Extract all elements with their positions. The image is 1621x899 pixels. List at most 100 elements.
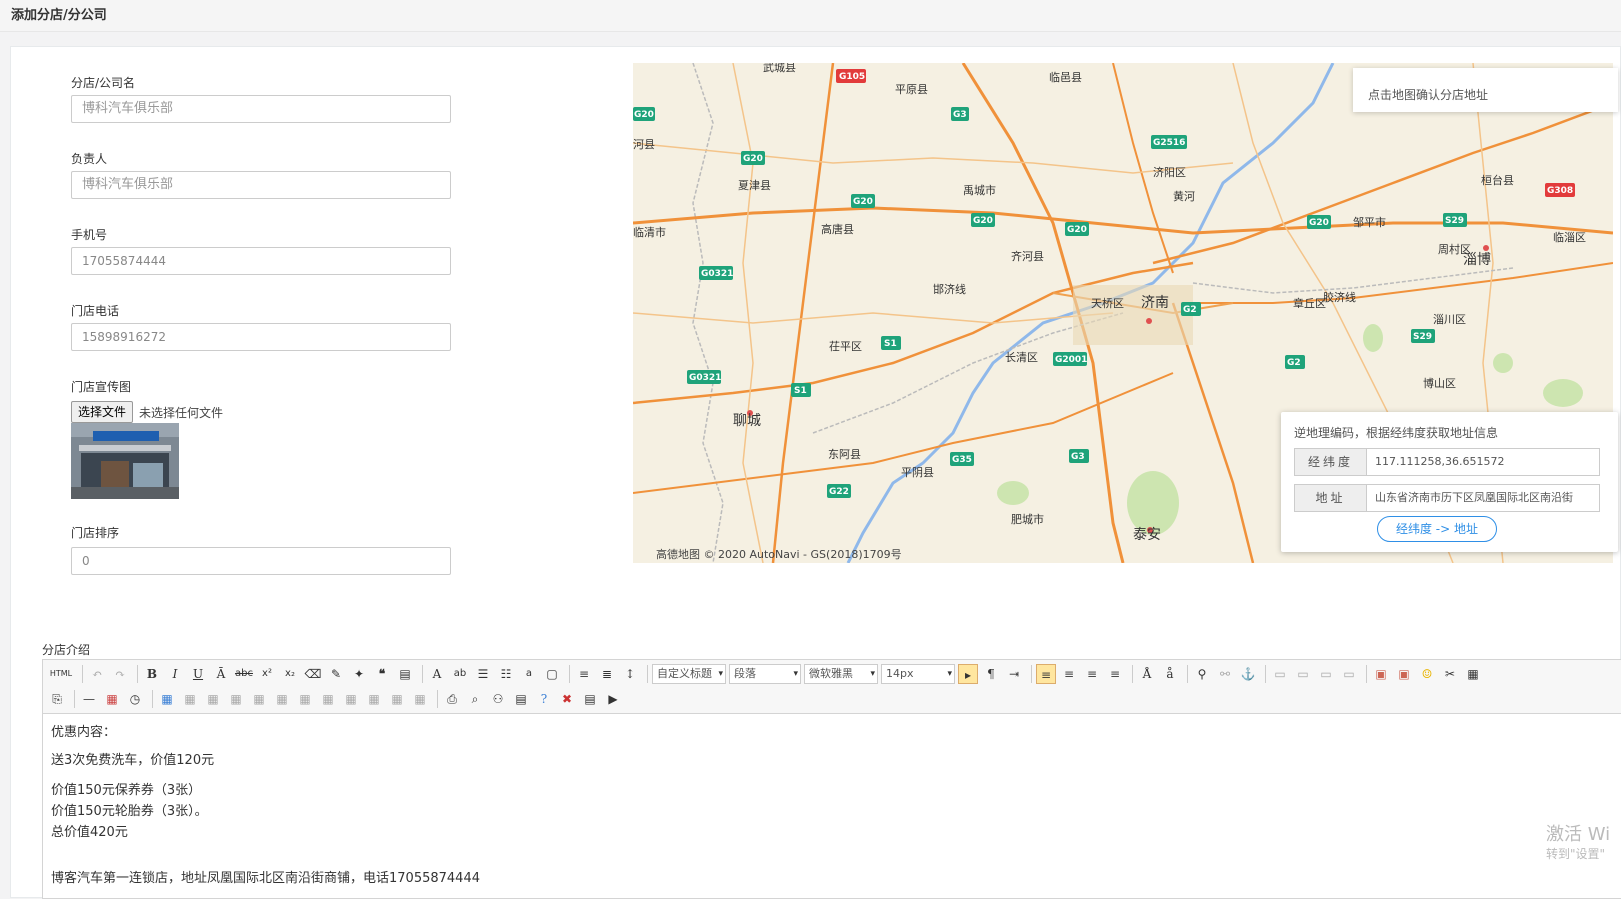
- split-rows-icon[interactable]: ▦: [387, 689, 407, 709]
- multi-image-icon[interactable]: ▣: [1394, 664, 1414, 684]
- subscript-icon[interactable]: x₂: [280, 664, 300, 684]
- merge-cells-icon[interactable]: ▦: [295, 689, 315, 709]
- content-line: 价值150元轮胎券（3张）。: [51, 804, 208, 819]
- blockquote-icon[interactable]: ❝: [372, 664, 392, 684]
- insert-table-icon[interactable]: ▦: [157, 689, 177, 709]
- latlng-input[interactable]: 117.111258,36.651572: [1375, 449, 1597, 475]
- uppercase-icon[interactable]: Å: [1137, 664, 1157, 684]
- align-justify-icon[interactable]: ≡: [1105, 664, 1125, 684]
- insert-col-icon[interactable]: ▦: [249, 689, 269, 709]
- lowercase-icon[interactable]: å: [1160, 664, 1180, 684]
- horizontal-rule-icon[interactable]: —: [79, 689, 99, 709]
- undo-icon[interactable]: ↶: [87, 664, 107, 684]
- split-cells-icon[interactable]: ▦: [364, 689, 384, 709]
- svg-text:聊城: 聊城: [733, 413, 761, 429]
- svg-text:桓台县: 桓台县: [1481, 173, 1514, 187]
- name-input[interactable]: 博科汽车俱乐部: [71, 95, 451, 123]
- search-replace-icon[interactable]: ⚇: [488, 689, 508, 709]
- print-icon[interactable]: ⎙: [442, 689, 462, 709]
- font-size-select[interactable]: 14px: [881, 664, 955, 684]
- indent-icon[interactable]: ⇥: [1004, 664, 1024, 684]
- anchor-icon[interactable]: ⚓: [1238, 664, 1258, 684]
- image-float-none-icon[interactable]: ▭: [1270, 664, 1290, 684]
- html-source-button[interactable]: HTML: [47, 664, 75, 684]
- superscript-icon[interactable]: x²: [257, 664, 277, 684]
- underline-icon[interactable]: U: [188, 664, 208, 684]
- strikethrough-icon[interactable]: abc: [234, 664, 254, 684]
- insert-video-icon[interactable]: ▦: [1463, 664, 1483, 684]
- paste-plain-icon[interactable]: ▤: [395, 664, 415, 684]
- align-center-icon[interactable]: ≡: [1059, 664, 1079, 684]
- svg-text:夏津县: 夏津县: [738, 179, 771, 192]
- svg-text:G3: G3: [1071, 452, 1085, 462]
- font-color-icon[interactable]: A: [427, 664, 447, 684]
- attachment-icon[interactable]: ⎘: [47, 689, 67, 709]
- highlight-color-icon[interactable]: ab: [450, 664, 470, 684]
- row-spacing-top-icon[interactable]: ≡: [574, 664, 594, 684]
- svg-text:胶济线: 胶济线: [1323, 290, 1356, 304]
- content-line: 送3次免费洗车，价值120元: [51, 753, 215, 768]
- ordered-list-icon[interactable]: ☰: [473, 664, 493, 684]
- rich-text-editor: HTML ↶ ↷ B I U Ā abc x² x₂ ⌫ ✎ ✦ ❝ ▤ A a…: [42, 659, 1621, 899]
- phone-input[interactable]: 17055874444: [71, 247, 451, 275]
- image-float-right-icon[interactable]: ▭: [1316, 664, 1336, 684]
- svg-text:淄博: 淄博: [1463, 251, 1491, 268]
- time-icon[interactable]: ◷: [125, 689, 145, 709]
- split-cols-icon[interactable]: ▦: [410, 689, 430, 709]
- link-icon[interactable]: ⚲: [1192, 664, 1212, 684]
- scrawl-icon[interactable]: ✂: [1440, 664, 1460, 684]
- font-family-select[interactable]: 微软雅黑: [804, 664, 878, 684]
- unordered-list-icon[interactable]: ☷: [496, 664, 516, 684]
- latlng-to-address-button[interactable]: 经纬度 -> 地址: [1377, 516, 1497, 542]
- rtl-icon[interactable]: ¶: [981, 664, 1001, 684]
- line-height-icon[interactable]: ↕: [620, 664, 640, 684]
- sort-input[interactable]: 0: [71, 547, 451, 575]
- ltr-icon[interactable]: ▸: [958, 664, 978, 684]
- bold-icon[interactable]: B: [142, 664, 162, 684]
- format-brush-icon[interactable]: ✎: [326, 664, 346, 684]
- redo-icon[interactable]: ↷: [110, 664, 130, 684]
- drafts-icon[interactable]: ▤: [511, 689, 531, 709]
- help-icon[interactable]: ?: [534, 689, 554, 709]
- italic-icon[interactable]: I: [165, 664, 185, 684]
- address-input[interactable]: 山东省济南市历下区凤凰国际北区南沿街: [1375, 485, 1597, 511]
- unlink-icon[interactable]: ⚯: [1215, 664, 1235, 684]
- delete-row-icon[interactable]: ▦: [226, 689, 246, 709]
- manager-input[interactable]: 博科汽车俱乐部: [71, 171, 451, 199]
- auto-format-icon[interactable]: ✦: [349, 664, 369, 684]
- music-icon[interactable]: ▶: [603, 689, 623, 709]
- eraser-icon[interactable]: ⌫: [303, 664, 323, 684]
- select-all-icon[interactable]: a: [519, 664, 539, 684]
- image-center-icon[interactable]: ▭: [1339, 664, 1359, 684]
- paragraph-select[interactable]: 段落: [729, 664, 801, 684]
- clear-doc-icon[interactable]: ▢: [542, 664, 562, 684]
- align-left-icon[interactable]: ≡: [1036, 664, 1056, 684]
- address-row: 地址 山东省济南市历下区凤凰国际北区南沿街: [1294, 484, 1600, 512]
- page-header: 添加分店/分公司: [0, 0, 1621, 32]
- svg-text:G20: G20: [853, 197, 873, 207]
- insert-image-icon[interactable]: ▣: [1371, 664, 1391, 684]
- emotion-icon[interactable]: ☺: [1417, 664, 1437, 684]
- latlng-label: 经纬度: [1295, 449, 1367, 475]
- row-spacing-bottom-icon[interactable]: ≣: [597, 664, 617, 684]
- delete-table-icon[interactable]: ▦: [180, 689, 200, 709]
- store-phone-input[interactable]: 15898916272: [71, 323, 451, 351]
- svg-text:齐河县: 齐河县: [1011, 249, 1044, 263]
- svg-text:济阳区: 济阳区: [1153, 165, 1186, 179]
- insert-row-icon[interactable]: ▦: [203, 689, 223, 709]
- preview-icon[interactable]: ⌕: [465, 689, 485, 709]
- editor-content[interactable]: 优惠内容： 送3次免费洗车，价值120元 价值150元保养券（3张） 价值150…: [51, 722, 480, 889]
- align-right-icon[interactable]: ≡: [1082, 664, 1102, 684]
- delete-col-icon[interactable]: ▦: [272, 689, 292, 709]
- clear-icon[interactable]: ✖: [557, 689, 577, 709]
- date-icon[interactable]: ▦: [102, 689, 122, 709]
- content-line: 总价值420元: [51, 825, 128, 840]
- svg-text:G308: G308: [1547, 186, 1573, 196]
- heading-select[interactable]: 自定义标题: [652, 664, 726, 684]
- border-text-icon[interactable]: Ā: [211, 664, 231, 684]
- merge-right-icon[interactable]: ▦: [318, 689, 338, 709]
- choose-file-button[interactable]: 选择文件: [71, 401, 134, 423]
- merge-down-icon[interactable]: ▦: [341, 689, 361, 709]
- image-float-left-icon[interactable]: ▭: [1293, 664, 1313, 684]
- template-icon[interactable]: ▤: [580, 689, 600, 709]
